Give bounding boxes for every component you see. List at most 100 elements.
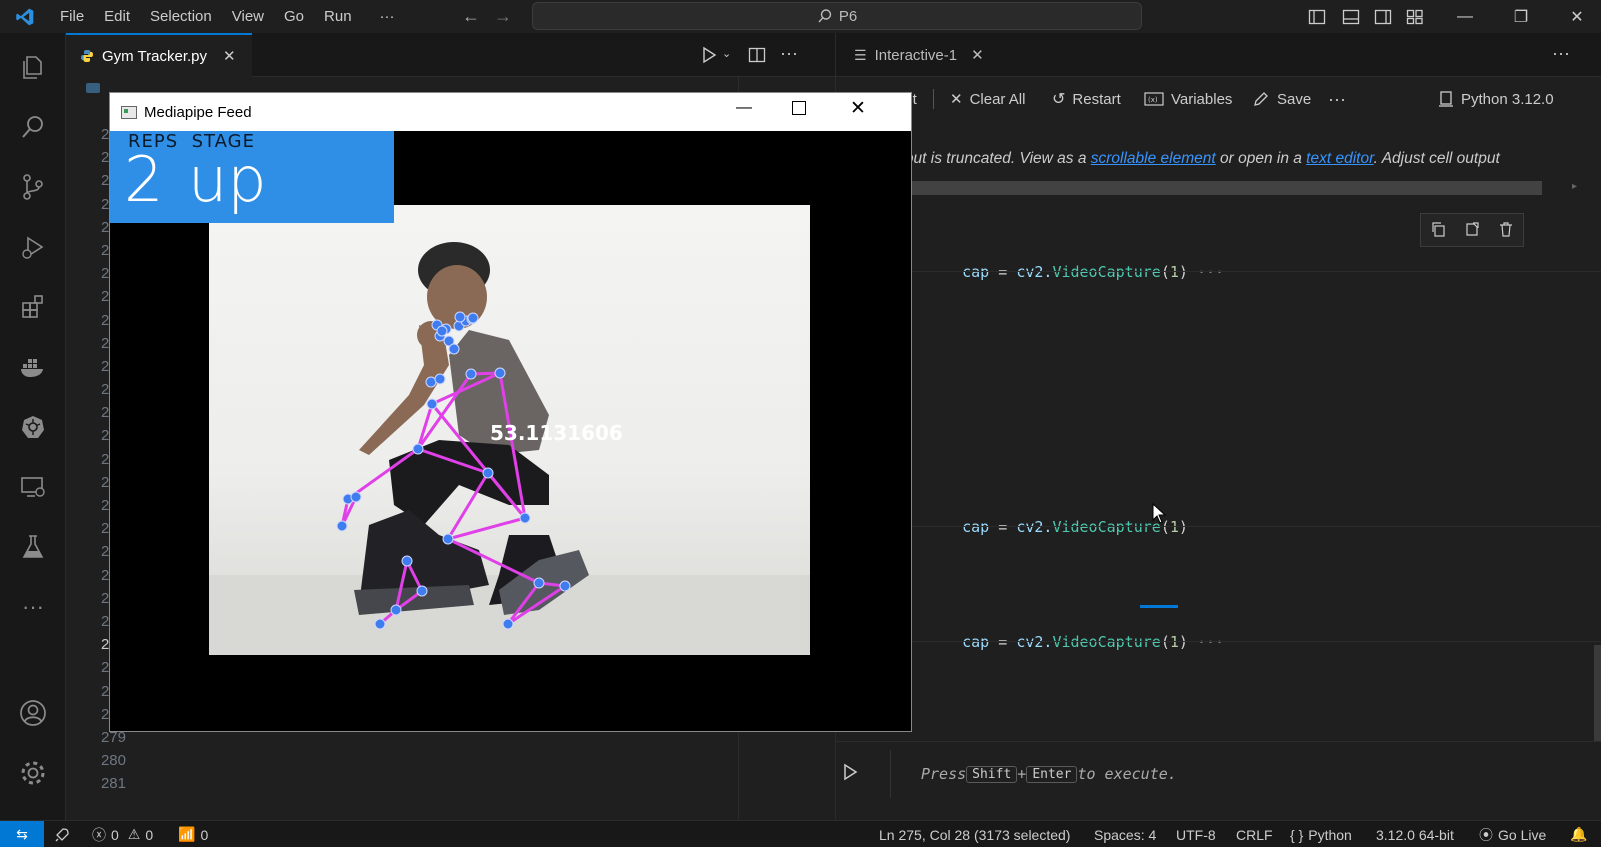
explorer-icon[interactable] [0,43,66,91]
kubernetes-icon[interactable] [0,403,66,451]
execution-progress-bar [1140,605,1178,608]
toggle-primary-sidebar-icon[interactable] [1308,8,1326,29]
menu-run[interactable]: Run [314,8,362,25]
python-interpreter[interactable]: 3.12.0 64-bit [1376,821,1454,847]
mediapipe-video-frame: 53.1131606 REPS STAGE 2 up [110,131,911,731]
cursor-position[interactable]: Ln 275, Col 28 (3173 selected) [879,821,1070,847]
code-cell-3[interactable]: cap = cv2.VideoCapture(1) ··· [926,615,1224,669]
pose-landmark [436,325,448,337]
menu-view[interactable]: View [222,8,274,25]
language-label: Python [1308,826,1352,843]
cell-separator [896,526,1601,527]
pose-landmark [434,373,446,385]
remote-explorer-icon[interactable] [0,463,66,511]
remote-indicator-button[interactable]: ⇆ [0,821,44,847]
code-class: VideoCapture [1052,518,1161,536]
line-number: 280 [100,752,126,770]
collapsed-ellipsis[interactable]: ··· [1197,633,1224,651]
save-button[interactable]: Save [1252,77,1311,121]
run-debug-icon[interactable] [0,223,66,271]
run-python-file-icon[interactable] [700,46,718,67]
code-cell-2[interactable]: cap = cv2.VideoCapture(1) [926,500,1188,554]
code-cell-1[interactable]: cap = cv2.VideoCapture(1) ··· [926,245,1224,299]
forward-arrow-icon[interactable]: → [494,6,512,27]
kernel-picker[interactable]: Python 3.12.0 [1438,77,1554,121]
tab-gym-tracker[interactable]: Gym Tracker.py ✕ [66,33,252,77]
restore-window-icon[interactable]: ❐ [1498,0,1544,33]
output-horizontal-scrollbar[interactable] [892,181,1542,195]
mediapipe-titlebar[interactable]: Mediapipe Feed — ✕ [110,93,911,131]
vertical-scrollbar-thumb[interactable] [1594,645,1601,741]
broadcast-icon: ⦿ [1479,826,1493,843]
close-tab-icon[interactable]: ✕ [223,47,236,65]
docker-icon[interactable] [0,343,66,391]
code-arg: 1 [1169,263,1179,281]
pose-landmark [519,512,531,524]
mediapipe-window-title: Mediapipe Feed [144,103,252,121]
menu-selection[interactable]: Selection [140,8,222,25]
scroll-right-icon[interactable]: ▸ [1572,181,1577,192]
tab-interactive-1[interactable]: ☰ Interactive-1 ✕ [836,33,984,77]
editor-more-actions-icon[interactable]: ··· [780,43,798,64]
code-class: VideoCapture [1052,633,1161,651]
menu-more[interactable]: ··· [370,8,405,25]
search-icon[interactable] [0,103,66,151]
restart-button[interactable]: ↺ Restart [1052,77,1121,121]
rocket-icon[interactable] [54,821,70,847]
panel-more-actions-icon[interactable]: ··· [1552,43,1570,64]
toggle-panel-icon[interactable] [1342,8,1360,29]
interactive-input-box[interactable]: Press Shift + Enter to execute. [890,750,1601,798]
more-views-icon[interactable]: ··· [0,583,66,631]
code-class: VideoCapture [1052,263,1161,281]
text-editor-link[interactable]: text editor [1306,150,1374,167]
close-tab-icon[interactable]: ✕ [971,46,984,64]
extensions-icon[interactable] [0,283,66,331]
mp-minimize-icon[interactable]: — [736,99,752,117]
execute-run-icon[interactable] [842,763,858,784]
indentation[interactable]: Spaces: 4 [1094,821,1156,847]
run-dropdown-chevron-icon[interactable]: ⌄ [722,47,731,60]
mp-close-icon[interactable]: ✕ [850,97,866,120]
scrollable-element-link[interactable]: scrollable element [1091,150,1216,167]
input-hint-plus: + [1017,765,1027,783]
manage-gear-icon[interactable] [0,749,66,797]
pose-landmark [454,311,466,323]
clear-all-button[interactable]: ✕ Clear All [950,77,1025,121]
mp-maximize-icon[interactable] [792,101,806,115]
kernel-label: Python 3.12.0 [1461,90,1554,108]
back-arrow-icon[interactable]: ← [462,6,480,27]
close-window-icon[interactable]: ✕ [1554,0,1600,33]
copy-cell-icon[interactable] [1430,221,1446,240]
toolbar-divider [933,89,934,109]
menu-edit[interactable]: Edit [94,8,140,25]
menu-file[interactable]: File [50,8,94,25]
python-file-icon [81,50,93,62]
pose-landmark [533,577,545,589]
end-of-line[interactable]: CRLF [1236,821,1273,847]
delete-cell-icon[interactable] [1498,221,1514,240]
mediapipe-feed-window[interactable]: Mediapipe Feed — ✕ 53.1131606 REPS STAGE… [109,92,912,732]
toggle-secondary-sidebar-icon[interactable] [1374,8,1392,29]
variables-button[interactable]: (x) Variables [1144,77,1232,121]
truncated-mid: or open in a [1215,150,1307,167]
cell-separator [896,271,1601,272]
minimize-window-icon[interactable]: — [1442,0,1488,33]
encoding[interactable]: UTF-8 [1176,821,1216,847]
ports-indicator[interactable]: 📶 0 [178,821,208,847]
go-live-button[interactable]: ⦿ Go Live [1479,821,1546,847]
customize-layout-icon[interactable] [1406,8,1424,29]
command-center-search[interactable]: P6 [532,2,1142,30]
problems-indicator[interactable]: ⓧ 0 ⚠ 0 [92,821,153,847]
pose-landmark [425,376,437,388]
accounts-icon[interactable] [0,689,66,737]
collapsed-ellipsis[interactable]: ··· [1197,263,1224,281]
notifications-bell-icon[interactable]: 🔔 [1570,821,1587,847]
goto-code-icon[interactable] [1464,221,1480,240]
toolbar-more-icon[interactable]: ··· [1328,77,1346,121]
testing-icon[interactable] [0,523,66,571]
menu-go[interactable]: Go [274,8,314,25]
braces-icon: { } [1290,826,1304,843]
language-mode[interactable]: { } Python [1290,821,1352,847]
split-editor-icon[interactable] [748,46,766,67]
source-control-icon[interactable] [0,163,66,211]
